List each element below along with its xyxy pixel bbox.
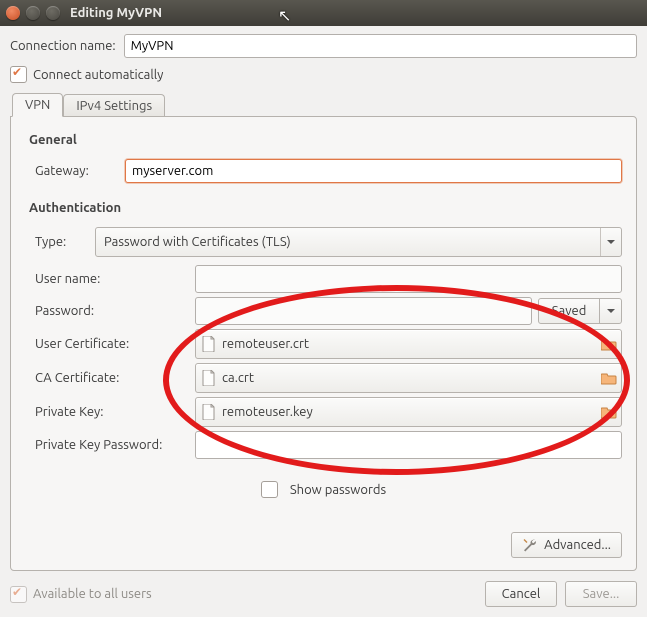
folder-open-icon [601,337,617,351]
pk-password-input[interactable] [195,431,622,459]
pk-password-label: Private Key Password: [35,438,195,452]
show-passwords-label: Show passwords [290,483,386,497]
document-icon [202,404,216,420]
ca-cert-filename: ca.crt [222,371,254,385]
titlebar: Editing MyVPN ↖ [0,0,647,26]
document-icon [202,336,216,352]
available-all-users-label: Available to all users [33,587,152,601]
wrench-icon [522,537,538,553]
gateway-input[interactable] [125,159,622,183]
chevron-down-icon [600,228,621,256]
password-mode-button[interactable]: Saved [538,298,600,324]
auth-type-select[interactable]: Password with Certificates (TLS) [95,227,622,257]
gateway-label: Gateway: [35,164,125,178]
auth-type-label: Type: [35,235,95,249]
advanced-button[interactable]: Advanced... [511,532,622,558]
password-label: Password: [35,304,195,318]
password-mode-menu-button[interactable] [600,298,622,324]
section-general-heading: General [29,133,622,147]
cancel-button[interactable]: Cancel [485,581,557,607]
tab-vpn[interactable]: VPN [12,93,63,117]
password-input[interactable] [195,297,532,325]
folder-open-icon [601,405,617,419]
ca-cert-label: CA Certificate: [35,371,195,385]
show-passwords-checkbox[interactable] [261,481,278,498]
user-cert-chooser[interactable]: remoteuser.crt [195,329,622,359]
auto-connect-checkbox[interactable] [10,66,27,83]
save-button[interactable]: Save... [565,581,637,607]
auto-connect-label: Connect automatically [33,68,163,82]
tab-ipv4-settings[interactable]: IPv4 Settings [63,94,165,117]
window-title: Editing MyVPN [70,6,162,20]
username-label: User name: [35,272,195,286]
username-input[interactable] [195,265,622,293]
auth-type-value: Password with Certificates (TLS) [104,235,291,249]
user-cert-filename: remoteuser.crt [222,337,309,351]
private-key-label: Private Key: [35,405,195,419]
window-maximize-button[interactable] [46,6,60,20]
connection-name-input[interactable] [124,34,637,58]
ca-cert-chooser[interactable]: ca.crt [195,363,622,393]
user-cert-label: User Certificate: [35,337,195,351]
available-all-users-checkbox[interactable] [10,586,27,603]
vpn-editor-window: Editing MyVPN ↖ Connection name: Connect… [0,0,647,617]
chevron-down-icon [607,309,615,313]
tab-bar: VPN IPv4 Settings [10,93,637,117]
cursor-icon: ↖ [278,6,291,25]
folder-open-icon [601,371,617,385]
private-key-filename: remoteuser.key [222,405,313,419]
document-icon [202,370,216,386]
advanced-button-label: Advanced... [544,538,611,552]
window-minimize-button[interactable] [26,6,40,20]
private-key-chooser[interactable]: remoteuser.key [195,397,622,427]
window-close-button[interactable] [6,6,20,20]
connection-name-label: Connection name: [10,39,116,53]
section-auth-heading: Authentication [29,201,622,215]
